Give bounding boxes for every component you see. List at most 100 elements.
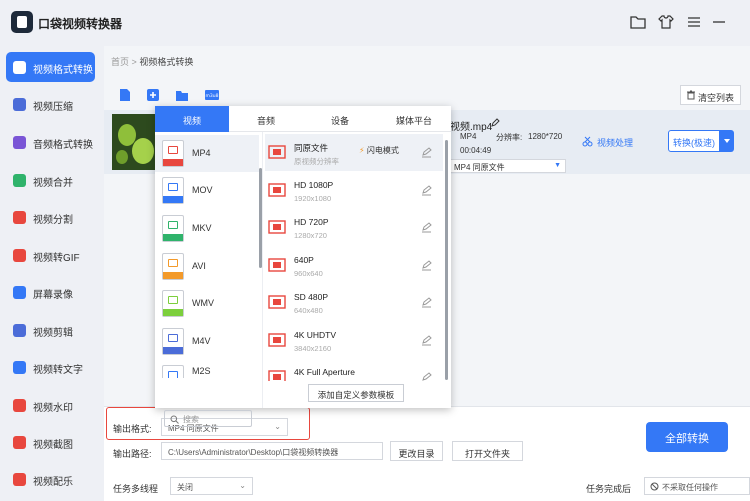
folder-icon[interactable]	[629, 13, 647, 31]
preset-sub: 1280x720	[294, 231, 327, 240]
merge-icon	[13, 174, 26, 187]
sidebar-item-label: 视频截图	[33, 440, 73, 451]
sidebar-item-video-convert[interactable]: 视频格式转换	[6, 52, 95, 82]
multithread-label: 任务多线程	[113, 484, 159, 494]
film-icon	[268, 258, 286, 272]
preset-720p[interactable]: HD 720P 1280x720	[265, 209, 443, 246]
skin-icon[interactable]	[657, 13, 675, 31]
sidebar-item-split[interactable]: 视频分割	[6, 202, 95, 232]
after-done-select[interactable]: 不采取任何操作	[644, 477, 750, 495]
open-folder-button[interactable]: 打开文件夹	[452, 441, 523, 461]
edit-preset-icon[interactable]	[421, 297, 432, 308]
sidebar-item-music[interactable]: 视频配乐	[6, 464, 95, 494]
mov-file-icon	[162, 177, 184, 204]
preset-original[interactable]: 同原文件 原视频分辨率 ⚡ 闪电模式	[265, 134, 443, 171]
after-done-label: 任务完成后	[586, 484, 632, 494]
format-popup: 视频 音频 设备 媒体平台 MP4 MOV MKV AVI WMV M4V M2…	[155, 106, 451, 427]
tab-device[interactable]: 设备	[303, 106, 377, 132]
format-list-scrollbar[interactable]	[259, 168, 262, 268]
sidebar-item-label: 音频格式转换	[33, 140, 93, 151]
sidebar-item-screenshot[interactable]: 视频截图	[6, 427, 95, 457]
sidebar-item-text[interactable]: 视频转文字	[6, 352, 95, 382]
format-m2s[interactable]: M2S	[155, 360, 259, 378]
rename-pencil-icon[interactable]	[490, 118, 500, 128]
popup-tabs: 视频 音频 设备 媒体平台	[155, 106, 451, 132]
sidebar-item-audio-convert[interactable]: 音频格式转换	[6, 127, 95, 157]
output-path-field[interactable]: C:\Users\Administrator\Desktop\口袋视频转换器	[161, 442, 383, 460]
preset-640p[interactable]: 640P 960x640	[265, 247, 443, 284]
tab-audio[interactable]: 音频	[229, 106, 303, 132]
edit-preset-icon[interactable]	[421, 260, 432, 271]
minimize-icon[interactable]	[710, 13, 728, 31]
convert-dropdown-button[interactable]	[720, 130, 734, 152]
m4v-file-icon	[162, 328, 184, 355]
file-name: 视频.mp4	[450, 122, 493, 133]
multithread-select[interactable]: 关闭 ⌄	[170, 477, 253, 495]
tab-label: 视频	[182, 116, 201, 126]
format-mkv[interactable]: MKV	[155, 210, 259, 247]
sidebar-item-merge[interactable]: 视频合并	[6, 165, 95, 195]
sidebar-item-label: 视频分割	[33, 215, 73, 226]
convert-button[interactable]: 转换(极速)	[668, 130, 720, 152]
sidebar-item-gif[interactable]: 视频转GIF	[6, 240, 95, 270]
preset-4k-uhdtv[interactable]: 4K UHDTV 3840x2160	[265, 322, 443, 359]
video-convert-icon	[13, 61, 26, 74]
clear-list-button[interactable]: 清空列表	[680, 85, 741, 105]
sidebar-item-record[interactable]: 屏幕录像	[6, 277, 95, 307]
edit-preset-icon[interactable]	[421, 372, 432, 381]
breadcrumb-separator: >	[131, 57, 137, 67]
m3u8-icon[interactable]: m3u8	[204, 88, 220, 102]
edit-preset-icon[interactable]	[421, 335, 432, 346]
preset-list-scrollbar[interactable]	[445, 140, 448, 380]
format-search-input[interactable]: 搜索	[164, 410, 252, 427]
format-m4v[interactable]: M4V	[155, 323, 259, 360]
video-process-link[interactable]: 视频处理	[597, 136, 633, 149]
screenshot-icon	[13, 436, 26, 449]
add-custom-template-button[interactable]: 添加自定义参数模板	[308, 384, 404, 402]
add-plus-icon[interactable]	[146, 88, 160, 102]
film-icon	[268, 333, 286, 347]
add-file-icon[interactable]	[118, 88, 132, 102]
sidebar-item-compress[interactable]: 视频压缩	[6, 89, 95, 119]
target-format-select[interactable]: MP4 同原文件 ▼	[450, 159, 566, 173]
preset-1080p[interactable]: HD 1080P 1920x1080	[265, 172, 443, 209]
watermark-icon	[13, 399, 26, 412]
format-mp4[interactable]: MP4	[155, 135, 259, 172]
preset-name: HD 720P	[294, 217, 329, 227]
edit-preset-icon[interactable]	[421, 147, 432, 158]
preset-480p[interactable]: SD 480P 640x480	[265, 284, 443, 321]
record-icon	[13, 286, 26, 299]
format-mov[interactable]: MOV	[155, 172, 259, 209]
convert-all-button[interactable]: 全部转换	[646, 422, 728, 452]
edit-preset-icon[interactable]	[421, 185, 432, 196]
sidebar-item-label: 屏幕录像	[33, 290, 73, 301]
edit-preset-icon[interactable]	[421, 222, 432, 233]
music-icon	[13, 473, 26, 486]
breadcrumb-home[interactable]: 首页	[111, 57, 129, 67]
preset-4k-full-aperture[interactable]: 4K Full Aperture	[265, 359, 443, 381]
sidebar-item-label: 视频压缩	[33, 102, 73, 113]
tab-video[interactable]: 视频	[155, 106, 229, 132]
open-folder-label: 打开文件夹	[464, 449, 510, 459]
tab-media-platform[interactable]: 媒体平台	[377, 106, 451, 132]
add-folder-icon[interactable]	[175, 88, 189, 102]
sidebar-item-watermark[interactable]: 视频水印	[6, 390, 95, 420]
lightning-icon: ⚡	[359, 146, 365, 155]
sidebar-item-edit[interactable]: 视频剪辑	[6, 315, 95, 345]
file-duration: 00:04:49	[460, 146, 492, 155]
file-resolution: 1280*720	[528, 132, 563, 141]
gif-icon	[13, 249, 26, 262]
search-placeholder: 搜索	[183, 415, 199, 424]
preset-sub: 1920x1080	[294, 194, 332, 203]
multithread-value: 关闭	[177, 483, 193, 492]
film-icon	[268, 295, 286, 309]
tab-label: 媒体平台	[395, 116, 432, 126]
app-logo-icon	[11, 11, 33, 33]
format-wmv[interactable]: WMV	[155, 285, 259, 322]
flash-mode-label: 闪电模式	[366, 146, 399, 155]
format-avi[interactable]: AVI	[155, 248, 259, 285]
change-directory-button[interactable]: 更改目录	[390, 441, 443, 461]
menu-icon[interactable]	[685, 13, 703, 31]
mkv-file-icon	[162, 215, 184, 242]
m2s-file-icon	[162, 365, 184, 378]
